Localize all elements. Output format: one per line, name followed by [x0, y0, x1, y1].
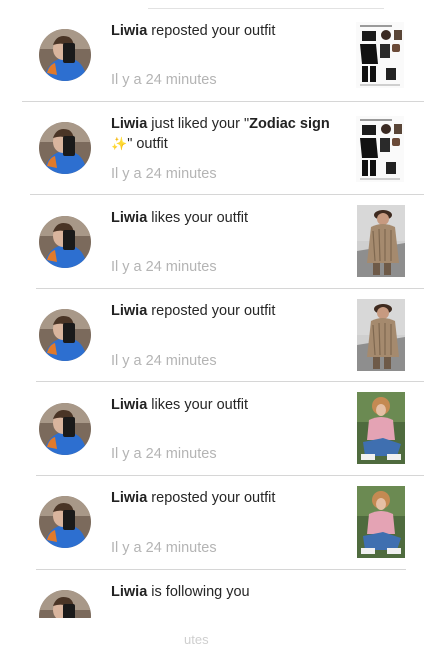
row-divider	[22, 101, 424, 102]
notification-text: Liwia reposted your outfit	[111, 22, 343, 41]
timestamp: Il y a 24 minutes	[111, 446, 217, 462]
user-avatar[interactable]	[39, 403, 91, 455]
notification-action: reposted your outfit	[151, 303, 276, 319]
outfit-collage-thumbnail[interactable]	[356, 22, 404, 88]
notification-action-end: " outfit	[127, 136, 168, 152]
top-divider	[148, 8, 384, 9]
user-avatar[interactable]	[39, 309, 91, 361]
outfit-photo-thumbnail[interactable]	[357, 392, 405, 464]
notification-text: Liwia reposted your outfit	[111, 489, 343, 508]
username[interactable]: Liwia	[111, 397, 147, 413]
username[interactable]: Liwia	[111, 490, 147, 506]
notification-action: likes your outfit	[151, 397, 249, 413]
row-divider	[36, 569, 406, 570]
partial-timestamp: utes	[184, 632, 209, 647]
notification-text: Liwia reposted your outfit	[111, 302, 343, 321]
username[interactable]: Liwia	[111, 116, 147, 132]
timestamp: Il y a 24 minutes	[111, 72, 217, 88]
notification-action: just liked your "	[151, 116, 250, 132]
outfit-collage-thumbnail[interactable]	[356, 116, 404, 182]
notification-text: Liwia just liked your "Zodiac sign ✨" out…	[111, 115, 343, 154]
notification-action: reposted your outfit	[151, 490, 276, 506]
notification-text: Liwia likes your outfit	[111, 209, 343, 228]
timestamp: Il y a 24 minutes	[111, 353, 217, 369]
user-avatar[interactable]	[39, 496, 91, 548]
outfit-name[interactable]: Zodiac sign	[249, 116, 330, 132]
notification-action: likes your outfit	[151, 210, 249, 226]
outfit-photo-thumbnail[interactable]	[357, 299, 405, 371]
row-divider	[36, 475, 424, 476]
notification-text: Liwia is following you	[111, 583, 343, 602]
username[interactable]: Liwia	[111, 210, 147, 226]
timestamp: Il y a 24 minutes	[111, 540, 217, 556]
outfit-photo-thumbnail[interactable]	[357, 205, 405, 277]
row-divider	[36, 381, 424, 382]
username[interactable]: Liwia	[111, 303, 147, 319]
username[interactable]: Liwia	[111, 584, 147, 600]
notifications-screen: Liwia reposted your outfit Il y a 24 min…	[0, 0, 432, 650]
user-avatar[interactable]	[39, 29, 91, 81]
sparkle-icon: ✨	[111, 136, 128, 151]
row-divider	[36, 288, 424, 289]
user-avatar[interactable]	[39, 216, 91, 268]
timestamp: Il y a 24 minutes	[111, 259, 217, 275]
notification-action: is following you	[151, 584, 250, 600]
notification-text: Liwia likes your outfit	[111, 396, 343, 415]
notification-action: reposted your outfit	[151, 23, 276, 39]
outfit-photo-thumbnail[interactable]	[357, 486, 405, 558]
bottom-cutoff	[0, 618, 432, 650]
row-divider	[30, 194, 424, 195]
username[interactable]: Liwia	[111, 23, 147, 39]
timestamp: Il y a 24 minutes	[111, 166, 217, 182]
user-avatar[interactable]	[39, 122, 91, 174]
